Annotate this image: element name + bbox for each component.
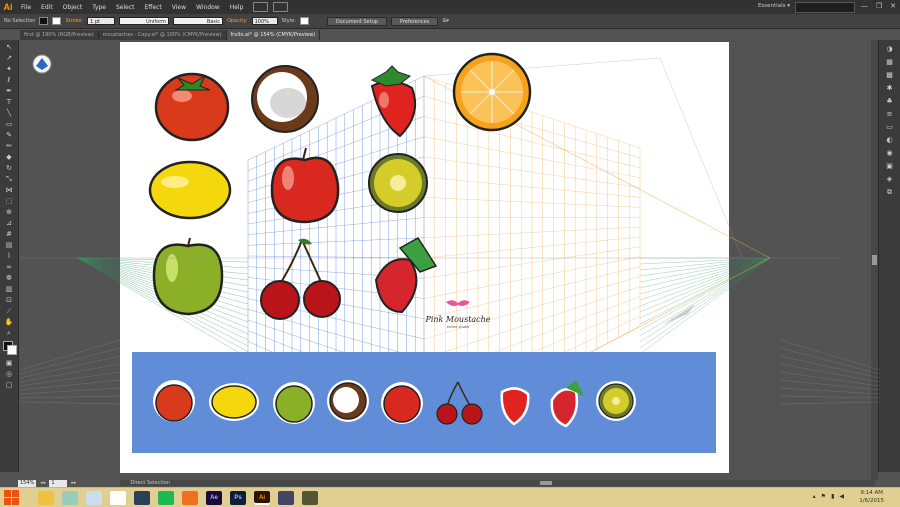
ground-line	[20, 356, 120, 378]
ground-line	[780, 380, 880, 390]
ground-line	[640, 258, 770, 348]
ground-line	[640, 258, 770, 336]
pink-moustache-logo: Pink Moustache online studio	[424, 300, 490, 329]
ground-line	[780, 356, 880, 378]
steam-icon[interactable]	[134, 491, 150, 505]
strip-green-apple	[273, 382, 315, 424]
ground-line	[780, 340, 880, 370]
strip-tomato	[153, 380, 195, 422]
kiwi	[369, 154, 427, 212]
app-icon-2[interactable]	[302, 491, 318, 505]
ground-line	[780, 364, 880, 382]
tomato	[156, 74, 228, 140]
artboard-number-field[interactable]: 1	[49, 480, 67, 487]
ground-line	[640, 258, 770, 312]
ground-line	[780, 402, 880, 404]
orange	[454, 54, 530, 130]
ground-line	[640, 258, 770, 288]
ground-line	[640, 258, 770, 306]
ground-line	[640, 258, 770, 342]
coconut	[252, 66, 318, 132]
after-effects-icon[interactable]: Ae	[206, 491, 222, 505]
current-tool-status: Direct Selection	[130, 480, 170, 486]
chrome-icon[interactable]	[110, 491, 126, 505]
start-button-icon[interactable]	[4, 490, 20, 506]
ground-line	[20, 388, 120, 394]
brand-tagline: online studio	[447, 325, 470, 329]
clock[interactable]: 9:14 AM 1/6/2015	[859, 489, 884, 505]
ground-line	[640, 258, 770, 300]
ground-line	[640, 258, 770, 294]
ground-line	[640, 258, 770, 324]
app-icon[interactable]	[278, 491, 294, 505]
spotify-icon[interactable]	[158, 491, 174, 505]
artboard-nav-next-icon[interactable]: ▸▸	[71, 480, 76, 486]
flag-icon[interactable]: ⚑	[821, 493, 826, 500]
ground-line	[20, 380, 120, 390]
ground-line	[20, 348, 120, 374]
strip-apple	[381, 382, 423, 424]
ground-line	[20, 402, 120, 404]
ground-line	[780, 348, 880, 374]
cherries	[261, 239, 340, 319]
system-tray: ▴ ⚑ ▮ ◀	[813, 493, 844, 500]
ground-line	[780, 372, 880, 386]
windows-taskbar: Ae Ps Ai ▴ ⚑ ▮ ◀ 9:14 AM 1/6/2015	[0, 487, 900, 507]
strip-lemon	[209, 383, 259, 421]
ground-line	[20, 340, 120, 370]
vanishing-line	[660, 58, 742, 258]
perspective-selector-icon	[33, 55, 51, 73]
illustrator-icon[interactable]: Ai	[254, 491, 270, 505]
ground-line	[780, 388, 880, 394]
strip-kiwi	[596, 381, 636, 421]
strawberry	[372, 66, 415, 136]
ground-line	[20, 396, 120, 398]
file-explorer-icon[interactable]	[38, 491, 54, 505]
raspberry	[376, 238, 436, 312]
ground-line	[780, 396, 880, 398]
ground-line	[640, 258, 770, 354]
media-player-icon[interactable]	[182, 491, 198, 505]
clock-time: 9:14 AM	[859, 489, 884, 497]
lemon	[150, 162, 230, 218]
volume-icon[interactable]: ◀	[839, 493, 844, 500]
chevron-up-icon[interactable]: ▴	[813, 493, 816, 500]
photoshop-icon[interactable]: Ps	[230, 491, 246, 505]
clock-date: 1/6/2015	[859, 497, 884, 505]
canvas[interactable]: Pink Moustache online studio	[0, 0, 900, 486]
notepad-icon[interactable]	[86, 491, 102, 505]
ground-line	[640, 258, 770, 264]
network-icon[interactable]: ▮	[831, 493, 834, 500]
apple	[272, 148, 338, 222]
ground-line	[20, 364, 120, 382]
status-bar: 154% ◂◂ 1 ▸▸ Direct Selection	[18, 479, 170, 487]
brand-name: Pink Moustache	[424, 315, 490, 324]
ground-line	[640, 258, 770, 330]
perspective-widget-shadow	[662, 304, 695, 325]
strip-coconut	[327, 380, 369, 422]
ground-line	[640, 258, 770, 282]
ground-line	[20, 372, 120, 386]
zoom-level-field[interactable]: 154%	[18, 480, 36, 487]
green-apple	[154, 238, 222, 314]
network-icon[interactable]	[62, 491, 78, 505]
artboard-nav-prev-icon[interactable]: ◂◂	[40, 480, 45, 486]
